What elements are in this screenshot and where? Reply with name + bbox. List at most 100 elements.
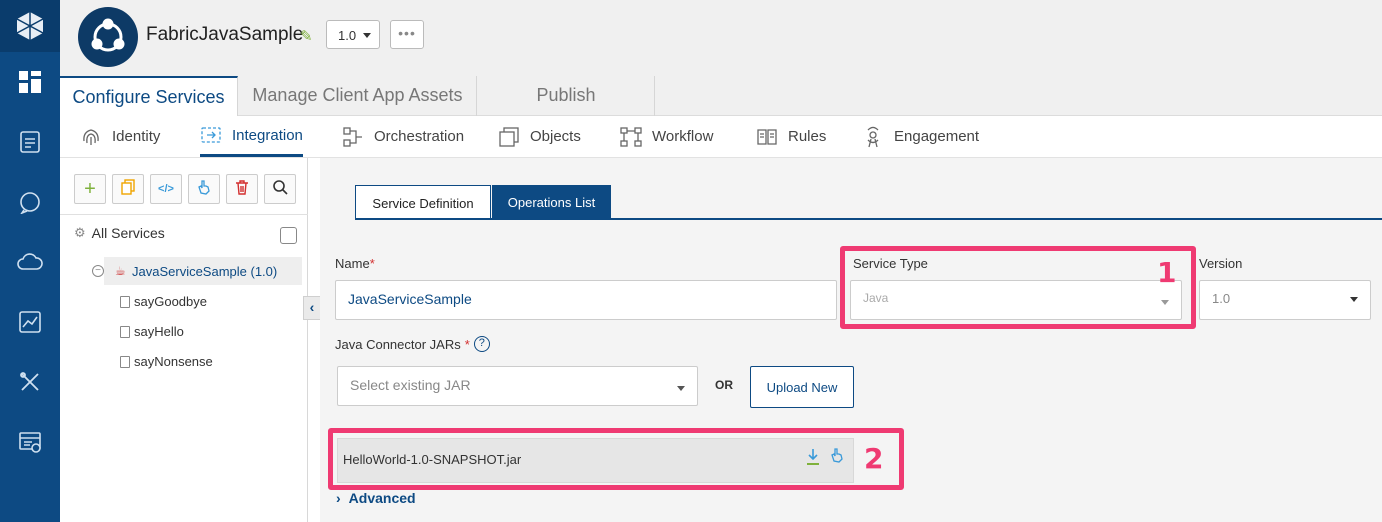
nav-rules-label: Rules [788, 128, 827, 145]
copy-icon [121, 179, 135, 199]
tab-operations-list[interactable]: Operations List [492, 185, 611, 219]
operation-item[interactable]: sayHello [120, 324, 184, 339]
all-services-label: All Services [91, 225, 165, 241]
nav-engagement[interactable]: Engagement [862, 116, 979, 157]
collapse-minus-icon[interactable]: − [92, 265, 104, 277]
required-marker: * [369, 256, 375, 271]
kony-logo-icon[interactable] [0, 0, 60, 52]
chevron-down-icon [677, 386, 685, 391]
add-service-button[interactable]: + [74, 174, 106, 204]
document-icon [120, 295, 130, 308]
dashboard-icon[interactable] [16, 68, 44, 96]
version-value: 1.0 [338, 28, 357, 43]
services-toolbar: + </> [74, 174, 296, 204]
nav-identity[interactable]: Identity [80, 116, 160, 157]
tab-configure-services[interactable]: Configure Services [60, 76, 238, 117]
name-input[interactable]: JavaServiceSample [335, 280, 837, 320]
operation-item[interactable]: sayNonsense [120, 354, 213, 369]
nav-workflow-label: Workflow [652, 128, 714, 145]
version-select[interactable]: 1.0 [1199, 280, 1371, 320]
chevron-right-icon: › [336, 490, 341, 506]
nav-engagement-label: Engagement [894, 128, 980, 145]
search-icon [272, 179, 288, 199]
name-label-text: Name [335, 256, 370, 271]
advanced-label: Advanced [348, 490, 416, 506]
name-label: Name* [335, 256, 375, 271]
nav-orchestration[interactable]: Orchestration [342, 116, 464, 157]
app-logo-icon [78, 7, 138, 67]
app-header: FabricJavaSample ✎ 1.0 ••• [60, 0, 1382, 76]
java-icon: ☕ [115, 264, 126, 278]
advanced-toggle[interactable]: › Advanced [336, 490, 416, 506]
tools-icon[interactable] [16, 368, 44, 396]
jar-select-placeholder: Select existing JAR [350, 377, 471, 393]
main-tabs: Configure Services Manage Client App Ass… [60, 76, 1382, 117]
nav-objects-label: Objects [530, 128, 581, 145]
api-icon[interactable] [16, 128, 44, 156]
nav-identity-label: Identity [112, 128, 161, 145]
more-options-button[interactable]: ••• [390, 20, 424, 49]
nav-integration[interactable]: Integration [200, 116, 303, 157]
services-panel: + </> ⚙ All Services − ☕ JavaServiceSamp… [60, 158, 308, 522]
tab-manage-client-app-assets[interactable]: Manage Client App Assets [239, 76, 477, 116]
version-dropdown[interactable]: 1.0 [326, 20, 380, 49]
toolbar-divider [60, 214, 308, 215]
code-button[interactable]: </> [150, 174, 182, 204]
cloud-icon[interactable] [16, 248, 44, 276]
collapse-panel-chevron-icon[interactable]: ‹ [303, 296, 321, 320]
workflow-icon [620, 126, 642, 148]
nav-integration-label: Integration [232, 126, 303, 144]
settings-panel-icon[interactable] [16, 428, 44, 456]
tab-underline [355, 218, 1382, 220]
document-icon [120, 325, 130, 338]
nav-objects[interactable]: Objects [498, 116, 581, 157]
filter-settings-icon[interactable] [280, 227, 297, 244]
code-icon: </> [158, 183, 174, 195]
version-label: Version [1199, 256, 1243, 271]
search-button[interactable] [264, 174, 296, 204]
highlight-box-1 [840, 246, 1196, 329]
plus-icon: + [84, 177, 96, 200]
operation-label: sayNonsense [134, 354, 213, 369]
chat-code-icon[interactable] [16, 188, 44, 216]
copy-service-button[interactable] [112, 174, 144, 204]
engagement-icon [862, 126, 884, 148]
service-tree-label[interactable]: JavaServiceSample (1.0) [132, 264, 277, 279]
nav-rules[interactable]: Rules [756, 116, 826, 157]
orchestration-icon [342, 126, 364, 148]
pencil-icon[interactable]: ✎ [300, 27, 313, 45]
highlight-number-2: 2 [864, 442, 884, 475]
objects-icon [498, 126, 520, 148]
test-hand-icon [197, 179, 211, 199]
rules-icon [756, 126, 778, 148]
app-name: FabricJavaSample [146, 24, 304, 45]
operation-label: sayGoodbye [134, 294, 207, 309]
left-rail [0, 0, 60, 522]
operation-item[interactable]: sayGoodbye [120, 294, 207, 309]
help-icon[interactable]: ? [473, 336, 490, 352]
highlight-box-2 [328, 428, 904, 490]
trash-icon [235, 179, 249, 199]
all-services-row[interactable]: ⚙ All Services [74, 225, 165, 241]
operation-label: sayHello [134, 324, 184, 339]
tab-service-definition[interactable]: Service Definition [355, 185, 491, 219]
chevron-down-icon [363, 33, 371, 38]
tab-publish[interactable]: Publish [478, 76, 655, 116]
service-type-nav: Identity Integration Orchestration Objec… [60, 116, 1382, 158]
fingerprint-icon [80, 126, 102, 148]
integration-icon [200, 124, 222, 146]
jar-select[interactable]: Select existing JAR [337, 366, 698, 406]
delete-service-button[interactable] [226, 174, 258, 204]
jar-label: Java Connector JARs * ? [335, 336, 490, 352]
nav-workflow[interactable]: Workflow [620, 116, 713, 157]
analytics-icon[interactable] [16, 308, 44, 336]
required-marker: * [464, 336, 470, 352]
or-label: OR [715, 378, 733, 392]
jar-label-text: Java Connector JARs [335, 336, 461, 352]
version-select-value: 1.0 [1212, 291, 1231, 306]
chevron-down-icon [1350, 297, 1358, 302]
nav-orchestration-label: Orchestration [374, 128, 465, 145]
test-service-button[interactable] [188, 174, 220, 204]
gear-icon: ⚙ [74, 225, 86, 240]
upload-new-button[interactable]: Upload New [750, 366, 854, 408]
